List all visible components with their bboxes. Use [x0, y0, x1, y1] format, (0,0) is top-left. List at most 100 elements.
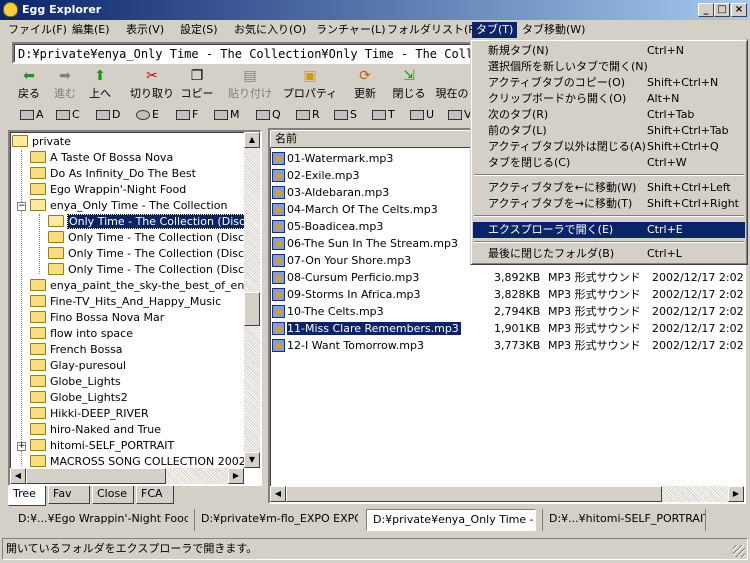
tab-fca[interactable]: FCA [136, 486, 174, 504]
tree-item[interactable]: Hikki-DEEP_RIVER [30, 406, 149, 422]
tree-item[interactable]: A Taste Of Bossa Nova [30, 150, 173, 166]
tree-item[interactable]: Globe_Lights2 [30, 390, 128, 406]
address-input[interactable]: D:¥private¥enya_Only Time - The Collecti… [12, 42, 472, 64]
paste-button[interactable]: ▤ 貼り付け [226, 66, 274, 102]
tree-item[interactable]: Fino Bossa Nova Mar [30, 310, 164, 326]
scroll-down-button[interactable]: ▼ [244, 452, 260, 468]
mp3-file-icon [272, 254, 285, 267]
drive-t[interactable]: T [372, 106, 395, 124]
scroll-thumb[interactable] [244, 292, 260, 326]
maximize-button[interactable]: □ [714, 3, 730, 17]
folder-tab[interactable]: D:¥private¥m-flo_EXPO EXPO [194, 509, 358, 531]
tree-item[interactable]: hitomi-SELF_PORTRAIT [30, 438, 174, 454]
tree-item-root[interactable]: private [12, 134, 71, 150]
menu-new-tab[interactable]: 新規タブ(N) Ctrl+N [473, 43, 745, 59]
drive-q[interactable]: Q [256, 106, 281, 124]
drive-m[interactable]: M [214, 106, 240, 124]
menu-edit[interactable]: 編集(E) [68, 22, 114, 38]
current-button[interactable]: 現在の [432, 66, 472, 102]
drive-v[interactable]: V [448, 106, 472, 124]
drive-r[interactable]: R [296, 106, 320, 124]
folder-tree[interactable]: private A Taste Of Bossa Nova Do As Infi… [8, 130, 262, 486]
file-row[interactable]: 12-I Want Tomorrow.mp3 3,773KB MP3 形式サウン… [270, 337, 744, 354]
drive-u[interactable]: U [410, 106, 434, 124]
menu-open-from-clipboard[interactable]: クリップボードから開く(O) Alt+N [473, 91, 745, 107]
properties-button[interactable]: ▣ プロパティ [282, 66, 338, 102]
folder-tab[interactable]: D:¥...¥Ego Wrappin'-Night Food [12, 509, 188, 531]
menu-next-tab[interactable]: 次のタブ(R) Ctrl+Tab [473, 107, 745, 123]
file-type: MP3 形式サウンド [548, 271, 641, 284]
forward-button[interactable]: ➡ 進む [50, 66, 80, 102]
folder-icon [48, 247, 64, 259]
refresh-button[interactable]: ⟳ 更新 [350, 66, 380, 102]
scroll-left-button[interactable]: ◀ [270, 486, 286, 502]
menu-close-tab[interactable]: タブを閉じる(C) Ctrl+W [473, 155, 745, 171]
tree-item[interactable]: Only Time - The Collection (Disc [48, 262, 244, 278]
back-button[interactable]: ⬅ 戻る [14, 66, 44, 102]
drive-d[interactable]: D [96, 106, 120, 124]
menu-launcher[interactable]: ランチャー(L) [312, 22, 390, 38]
drive-a[interactable]: A [20, 106, 44, 124]
up-button[interactable]: ⬆ 上へ [84, 66, 116, 102]
scroll-right-button[interactable]: ▶ [728, 486, 744, 502]
scroll-thumb[interactable] [26, 468, 166, 484]
tree-item[interactable]: Fine-TV_Hits_And_Happy_Music [30, 294, 221, 310]
file-row[interactable]: 10-The Celts.mp3 2,794KB MP3 形式サウンド 2002… [270, 303, 744, 320]
menu-view[interactable]: 表示(V) [122, 22, 168, 38]
menu-folder-list[interactable]: フォルダリスト(R) [383, 22, 484, 38]
mp3-file-icon [272, 322, 285, 335]
file-row[interactable]: 09-Storms In Africa.mp3 3,828KB MP3 形式サウ… [270, 286, 744, 303]
menu-prev-tab[interactable]: 前のタブ(L) Shift+Ctrl+Tab [473, 123, 745, 139]
drive-e[interactable]: E [136, 106, 159, 124]
tree-item[interactable]: Do As Infinity_Do The Best [30, 166, 196, 182]
menu-copy-active-tab[interactable]: アクティブタブのコピー(O) Shift+Ctrl+N [473, 75, 745, 91]
file-row-selected[interactable]: 11-Miss Clare Remembers.mp3 1,901KB MP3 … [270, 320, 744, 337]
menu-file[interactable]: ファイル(F) [4, 22, 71, 38]
menu-move-tab-left[interactable]: アクティブタブを←に移動(W) Shift+Ctrl+Left [473, 180, 745, 196]
tab-tree[interactable]: Tree [8, 486, 46, 506]
menu-tab-move[interactable]: タブ移動(W) [518, 22, 589, 38]
egg-app-icon[interactable] [3, 2, 18, 17]
expand-toggle[interactable]: + [17, 442, 26, 451]
scroll-left-button[interactable]: ◀ [10, 468, 26, 484]
cut-button[interactable]: ✂ 切り取り [128, 66, 176, 102]
scroll-up-button[interactable]: ▲ [244, 132, 260, 148]
drive-f[interactable]: F [176, 106, 198, 124]
menu-settings[interactable]: 設定(S) [176, 22, 222, 38]
menu-open-in-explorer[interactable]: エクスプローラで開く(E) Ctrl+E [473, 222, 745, 238]
folder-tab[interactable]: D:¥...¥hitomi-SELF_PORTRAIT [542, 509, 706, 531]
drive-s[interactable]: S [334, 106, 357, 124]
menu-close-other-tabs[interactable]: アクティブタブ以外は閉じる(A) Shift+Ctrl+Q [473, 139, 745, 155]
tree-item[interactable]: Globe_Lights [30, 374, 121, 390]
tree-item[interactable]: Glay-puresoul [30, 358, 126, 374]
scroll-thumb[interactable] [286, 486, 662, 502]
tree-item[interactable]: Only Time - The Collection (Disc [48, 230, 244, 246]
menu-favorites[interactable]: お気に入り(O) [230, 22, 310, 38]
tree-item[interactable]: Only Time - The Collection (Disc [48, 246, 244, 262]
tree-item[interactable]: enya_paint_the_sky-the_best_of_enya [30, 278, 258, 294]
file-row[interactable]: 08-Cursum Perficio.mp3 3,892KB MP3 形式サウン… [270, 269, 744, 286]
tree-item[interactable]: flow into space [30, 326, 133, 342]
scroll-right-button[interactable]: ▶ [228, 468, 244, 484]
drive-c[interactable]: C [56, 106, 80, 124]
title-bar[interactable]: Egg Explorer _ □ × [0, 0, 750, 20]
column-header-name[interactable]: 名前 [270, 130, 490, 148]
tree-item[interactable]: enya_Only Time - The Collection [30, 198, 227, 214]
menu-move-tab-right[interactable]: アクティブタブを→に移動(T) Shift+Ctrl+Right [473, 196, 745, 212]
close-button[interactable]: × [731, 3, 747, 17]
tree-item[interactable]: French Bossa [30, 342, 123, 358]
minimize-button[interactable]: _ [698, 3, 714, 17]
tree-item[interactable]: hiro-Naked and True [30, 422, 161, 438]
menu-open-selection-new-tab[interactable]: 選択個所を新しいタブで開く(N) [473, 59, 745, 75]
tree-item-selected[interactable]: Only Time - The Collection (Disc [48, 214, 248, 230]
menu-last-closed-folder[interactable]: 最後に閉じたフォルダ(B) Ctrl+L [473, 246, 745, 262]
tab-fav[interactable]: Fav [48, 486, 90, 504]
close-folder-button[interactable]: ⇲ 閉じる [392, 66, 426, 102]
tab-close[interactable]: Close [92, 486, 134, 504]
resize-grip-icon[interactable] [733, 545, 745, 557]
menu-tab[interactable]: タブ(T) [472, 22, 518, 38]
collapse-toggle[interactable]: − [17, 202, 26, 211]
tree-item[interactable]: Ego Wrappin'-Night Food [30, 182, 186, 198]
folder-tab-active[interactable]: D:¥private¥enya_Only Time -... [366, 509, 536, 531]
copy-button[interactable]: ❐ コピー [179, 66, 215, 102]
